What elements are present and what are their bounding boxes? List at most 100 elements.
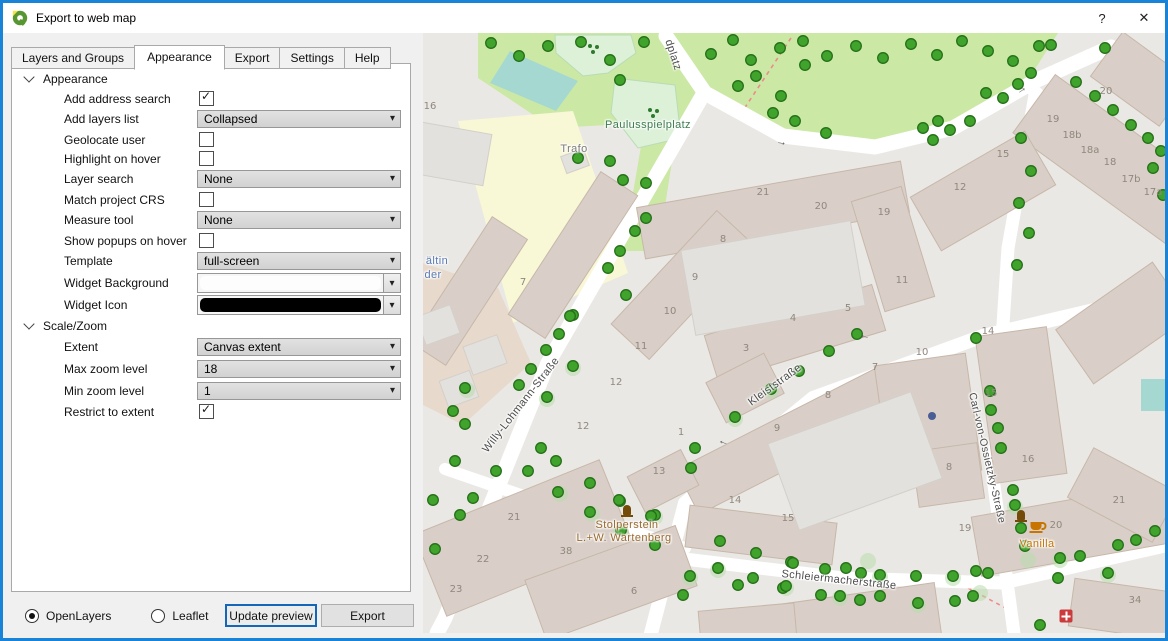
tree-marker[interactable]: [1026, 166, 1037, 177]
tree-marker[interactable]: [751, 71, 762, 82]
tree-marker[interactable]: [1026, 68, 1037, 79]
tree-marker[interactable]: [821, 128, 832, 139]
tree-marker[interactable]: [615, 246, 626, 257]
tree-marker[interactable]: [913, 598, 924, 609]
tree-marker[interactable]: [460, 383, 471, 394]
tab-export[interactable]: Export: [224, 47, 281, 69]
tree-marker[interactable]: [713, 563, 724, 574]
tree-marker[interactable]: [460, 419, 471, 430]
export-button[interactable]: Export: [321, 604, 414, 627]
tree-marker[interactable]: [641, 178, 652, 189]
tree-marker[interactable]: [932, 50, 943, 61]
tree-marker[interactable]: [996, 443, 1007, 454]
tree-marker[interactable]: [1016, 133, 1027, 144]
tree-marker[interactable]: [957, 36, 968, 47]
help-button[interactable]: ?: [1081, 3, 1123, 33]
tree-marker[interactable]: [918, 123, 929, 134]
tree-marker[interactable]: [630, 226, 641, 237]
tree-marker[interactable]: [1035, 620, 1046, 631]
tree-marker[interactable]: [690, 443, 701, 454]
tree-marker[interactable]: [968, 591, 979, 602]
select-max-zoom-level[interactable]: 18▾: [197, 360, 401, 378]
tree-marker[interactable]: [514, 380, 525, 391]
tree-marker[interactable]: [855, 595, 866, 606]
tree-marker[interactable]: [911, 571, 922, 582]
tree-marker[interactable]: [1148, 163, 1159, 174]
radio-leaflet[interactable]: Leaflet: [151, 609, 208, 623]
tree-marker[interactable]: [614, 495, 625, 506]
tree-marker[interactable]: [928, 135, 939, 146]
tree-marker[interactable]: [1016, 523, 1027, 534]
tree-marker[interactable]: [715, 536, 726, 547]
tree-marker[interactable]: [993, 423, 1004, 434]
tree-marker[interactable]: [824, 346, 835, 357]
tree-marker[interactable]: [945, 125, 956, 136]
tree-marker[interactable]: [971, 566, 982, 577]
select-layer-search[interactable]: None▾: [197, 170, 401, 188]
tree-group-scale-zoom[interactable]: Scale/Zoom: [12, 316, 410, 336]
tree-marker[interactable]: [733, 580, 744, 591]
tree-marker[interactable]: [541, 345, 552, 356]
tree-marker[interactable]: [776, 91, 787, 102]
tree-marker[interactable]: [1156, 146, 1165, 157]
tree-marker[interactable]: [685, 571, 696, 582]
tree-marker[interactable]: [998, 93, 1009, 104]
tree-marker[interactable]: [523, 466, 534, 477]
tree-marker[interactable]: [730, 412, 741, 423]
checkbox-restrict-to-extent[interactable]: ✓: [199, 404, 214, 419]
tree-marker[interactable]: [983, 46, 994, 57]
tree-marker[interactable]: [568, 361, 579, 372]
tree-marker[interactable]: [1150, 526, 1161, 537]
tree-marker[interactable]: [965, 116, 976, 127]
tree-marker[interactable]: [1014, 198, 1025, 209]
tree-marker[interactable]: [536, 443, 547, 454]
radio-openlayers[interactable]: OpenLayers: [25, 609, 111, 623]
tree-marker[interactable]: [728, 35, 739, 46]
tree-marker[interactable]: [1126, 120, 1137, 131]
tree-marker[interactable]: [1008, 56, 1019, 67]
tree-marker[interactable]: [971, 333, 982, 344]
tree-marker[interactable]: [768, 108, 779, 119]
tree-marker[interactable]: [448, 406, 459, 417]
tree-marker[interactable]: [585, 478, 596, 489]
tree-marker[interactable]: [1010, 500, 1021, 511]
select-template[interactable]: full-screen▾: [197, 252, 401, 270]
tree-marker[interactable]: [1108, 105, 1119, 116]
tree-marker[interactable]: [1046, 40, 1057, 51]
tree-marker[interactable]: [906, 39, 917, 50]
tree-marker[interactable]: [621, 290, 632, 301]
tree-marker[interactable]: [1075, 551, 1086, 562]
tree-marker[interactable]: [986, 405, 997, 416]
collapse-chevron-icon[interactable]: [23, 71, 34, 82]
tree-marker[interactable]: [551, 456, 562, 467]
tab-help[interactable]: Help: [344, 47, 391, 69]
tree-marker[interactable]: [816, 590, 827, 601]
tree-marker[interactable]: [1071, 77, 1082, 88]
tree-marker[interactable]: [835, 591, 846, 602]
collapse-chevron-icon[interactable]: [23, 318, 34, 329]
tree-marker[interactable]: [788, 558, 799, 569]
tree-marker[interactable]: [950, 596, 961, 607]
checkbox-show-popups-on-hover[interactable]: [199, 233, 214, 248]
poi-marker-blue[interactable]: [928, 412, 936, 420]
checkbox-highlight-on-hover[interactable]: [199, 151, 214, 166]
checkbox-geolocate-user[interactable]: [199, 132, 214, 147]
color-select-widget-icon[interactable]: ▾: [197, 295, 401, 315]
tree-marker[interactable]: [822, 51, 833, 62]
tree-marker[interactable]: [526, 364, 537, 375]
tree-marker[interactable]: [450, 456, 461, 467]
tree-marker[interactable]: [430, 544, 441, 555]
checkbox-add-address-search[interactable]: ✓: [199, 91, 214, 106]
tree-marker[interactable]: [1100, 43, 1111, 54]
tree-marker[interactable]: [1034, 41, 1045, 52]
tree-marker[interactable]: [1113, 540, 1124, 551]
select-add-layers-list[interactable]: Collapsed▾: [197, 110, 401, 128]
tree-marker[interactable]: [800, 60, 811, 71]
tree-marker[interactable]: [878, 53, 889, 64]
tree-marker[interactable]: [605, 55, 616, 66]
tab-appearance[interactable]: Appearance: [134, 45, 225, 70]
tree-marker[interactable]: [981, 88, 992, 99]
update-preview-button[interactable]: Update preview: [225, 604, 317, 627]
tree-marker[interactable]: [1131, 535, 1142, 546]
tree-marker[interactable]: [576, 37, 587, 48]
